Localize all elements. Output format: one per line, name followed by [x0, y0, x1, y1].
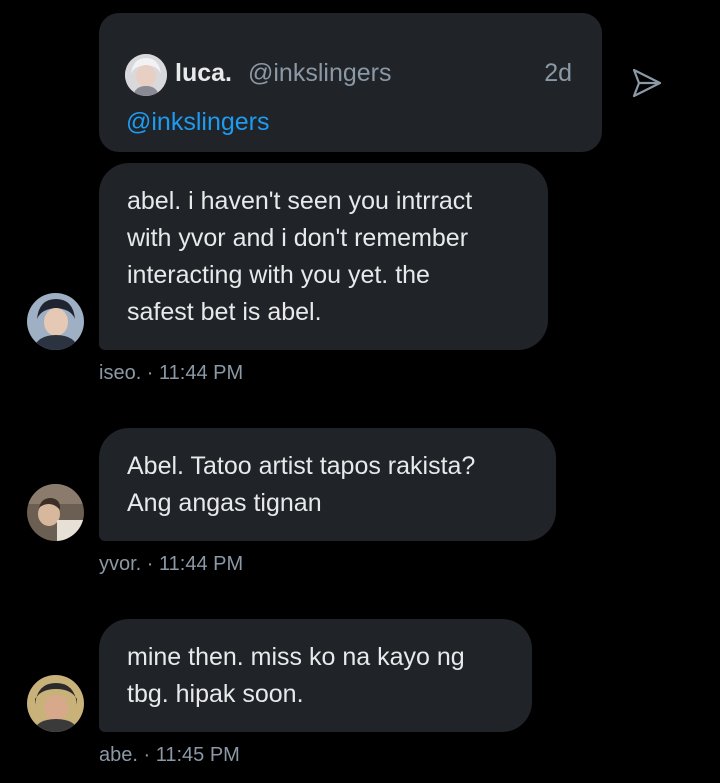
message-bubble[interactable]: Abel. Tatoo artist tapos rakista? Ang an… [99, 428, 556, 541]
quoted-tweet-avatar[interactable] [125, 54, 167, 96]
message-meta: iseo. · 11:44 PM [99, 362, 244, 384]
avatar-image [27, 675, 84, 732]
quoted-tweet-card[interactable]: luca. @inkslingers 2d @inkslingers [99, 13, 602, 152]
quoted-tweet-name[interactable]: luca. [175, 59, 232, 88]
message-text-line: abel. i haven't seen you intrract [127, 187, 473, 215]
message-bubble[interactable]: abel. i haven't seen you intrract with y… [99, 163, 548, 350]
avatar-image [27, 484, 84, 541]
avatar[interactable] [27, 484, 84, 541]
message-text-line: with yvor and i don't remember [127, 224, 469, 252]
message-text-line: safest bet is abel. [127, 298, 322, 326]
avatar[interactable] [27, 675, 84, 732]
message-text-line: Ang angas tignan [127, 489, 322, 517]
message-text-line: mine then. miss ko na kayo ng [127, 643, 465, 671]
message-text-line: interacting with you yet. the [127, 261, 430, 289]
avatar[interactable] [27, 293, 84, 350]
quoted-tweet-time: 2d [544, 59, 572, 87]
message-meta: abe. · 11:45 PM [99, 744, 240, 766]
quoted-tweet-handle[interactable]: @inkslingers [248, 59, 391, 88]
avatar-image [27, 293, 84, 350]
quoted-tweet-mention-link[interactable]: @inkslingers [126, 108, 269, 137]
message-meta: yvor. · 11:44 PM [99, 553, 244, 575]
send-icon[interactable] [630, 66, 664, 100]
message-text-line: Abel. Tatoo artist tapos rakista? [127, 452, 476, 480]
message-bubble[interactable]: mine then. miss ko na kayo ng tbg. hipak… [99, 619, 532, 732]
avatar-image [125, 54, 167, 96]
message-text-line: tbg. hipak soon. [127, 680, 304, 708]
